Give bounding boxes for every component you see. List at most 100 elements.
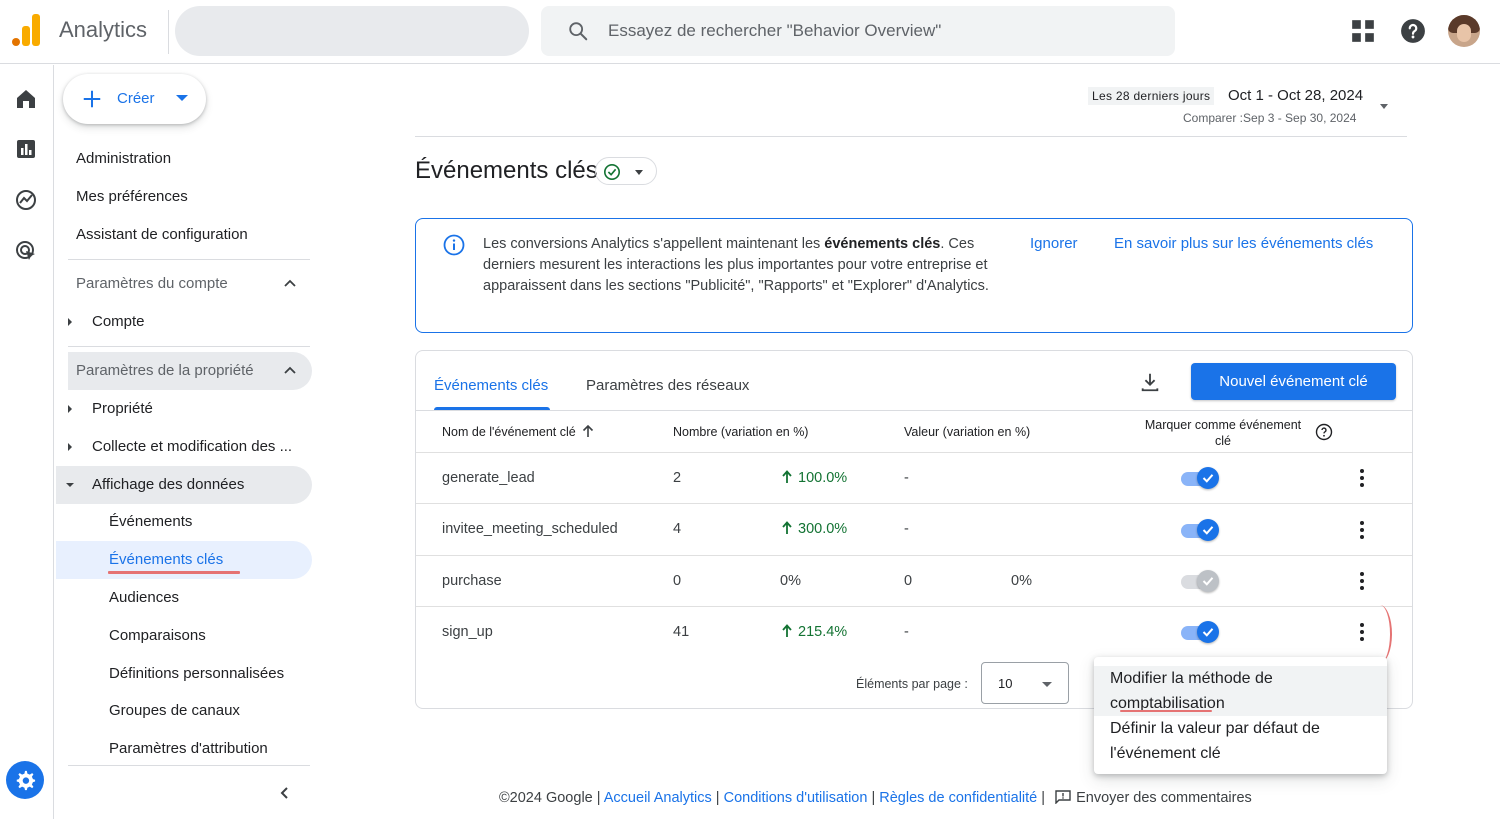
create-label: Créer (117, 90, 155, 107)
admin-gear-button[interactable] (6, 761, 44, 799)
items-per-page-select[interactable]: 10 (981, 662, 1069, 704)
event-count: 2 (673, 470, 682, 486)
nav-divider (68, 346, 310, 347)
more-vert-icon[interactable] (1359, 572, 1365, 590)
nav-attribution-settings[interactable]: Paramètres d'attribution (109, 740, 268, 757)
help-icon[interactable] (1400, 18, 1426, 44)
plus-icon (83, 90, 101, 108)
left-rail (0, 65, 54, 819)
col-header-name[interactable]: Nom de l'événement clé (442, 425, 576, 439)
help-circle-icon[interactable] (1315, 423, 1333, 441)
create-button[interactable]: Créer (63, 74, 206, 124)
event-name: generate_lead (442, 470, 535, 486)
menu-item-default-value[interactable]: Définir la valeur par défaut de l'événeme… (1094, 716, 1387, 766)
info-icon (443, 234, 465, 256)
collapse-sidebar-icon[interactable] (278, 786, 292, 800)
footer-privacy-link[interactable]: Règles de confidentialité (879, 790, 1037, 806)
annotation-underline (1120, 710, 1212, 712)
nav-divider (68, 765, 310, 766)
nav-administration[interactable]: Administration (76, 150, 171, 167)
app-title: Analytics (59, 17, 148, 42)
footer-feedback-link[interactable]: Envoyer des commentaires (1076, 790, 1252, 806)
date-range[interactable]: Oct 1 - Oct 28, 2024 (1228, 87, 1363, 104)
expand-arrow-icon (68, 405, 72, 413)
items-per-page-value: 10 (998, 676, 1013, 691)
sort-arrow-up-icon[interactable] (582, 424, 594, 438)
header-divider (168, 10, 169, 54)
more-vert-icon[interactable] (1359, 521, 1365, 539)
nav-key-events[interactable]: Événements clés (109, 551, 223, 568)
header-divider (416, 410, 1412, 411)
key-event-toggle[interactable] (1181, 519, 1219, 543)
home-icon[interactable] (14, 87, 38, 111)
learn-more-link[interactable]: En savoir plus sur les événements clés (1114, 235, 1373, 252)
chevron-down-icon (635, 170, 643, 175)
col-header-count[interactable]: Nombre (variation en %) (673, 425, 808, 439)
nav-events[interactable]: Événements (109, 513, 192, 530)
footer-terms-link[interactable]: Conditions d'utilisation (724, 790, 868, 806)
row-divider (416, 452, 1412, 453)
account-settings-header[interactable]: Paramètres du compte (76, 275, 228, 292)
col-header-mark: Marquer comme événement clé (1144, 418, 1302, 448)
search-icon (569, 22, 588, 41)
items-per-page-label: Éléments par page : (856, 677, 968, 691)
event-name: purchase (442, 573, 502, 589)
status-dropdown[interactable] (595, 157, 657, 185)
dismiss-link[interactable]: Ignorer (1030, 235, 1078, 252)
chevron-up-icon[interactable] (283, 364, 297, 378)
chevron-down-icon (176, 95, 188, 101)
check-icon (1202, 628, 1214, 637)
avatar[interactable] (1448, 15, 1480, 47)
annotation-arc (1368, 605, 1392, 663)
download-icon[interactable] (1139, 371, 1161, 393)
more-vert-icon[interactable] (1359, 623, 1365, 641)
footer: ©2024 Google | Accueil Analytics | Condi… (499, 790, 1252, 806)
reports-icon[interactable] (14, 137, 38, 161)
row-divider (416, 503, 1412, 504)
page-title: Événements clés (415, 157, 598, 184)
info-banner: Les conversions Analytics s'appellent ma… (415, 218, 1413, 333)
search-placeholder: Essayez de rechercher "Behavior Overview… (608, 21, 942, 40)
tab-key-events[interactable]: Événements clés (434, 377, 548, 394)
nav-data-display[interactable]: Affichage des données (92, 476, 244, 493)
chevron-down-icon[interactable] (1380, 104, 1388, 109)
nav-comparisons[interactable]: Comparaisons (109, 627, 206, 644)
menu-item-edit-counting[interactable]: Modifier la méthode de comptabilisation (1094, 666, 1387, 716)
key-event-toggle[interactable] (1181, 621, 1219, 645)
top-bar: Analytics Essayez de rechercher "Behavio… (0, 0, 1500, 64)
arrow-up-icon (782, 624, 792, 637)
apps-grid-icon[interactable] (1350, 18, 1376, 44)
analytics-logo[interactable] (12, 14, 42, 46)
date-preset[interactable]: Les 28 derniers jours (1088, 87, 1215, 105)
nav-channel-groups[interactable]: Groupes de canaux (109, 702, 240, 719)
nav-property[interactable]: Propriété (92, 400, 153, 417)
footer-home-link[interactable]: Accueil Analytics (604, 790, 712, 806)
property-settings-header[interactable]: Paramètres de la propriété (76, 362, 254, 379)
date-compare[interactable]: Comparer :Sep 3 - Sep 30, 2024 (1183, 111, 1356, 125)
event-value: - (904, 521, 909, 537)
nav-account[interactable]: Compte (92, 313, 145, 330)
event-count-change: 300.0% (798, 521, 848, 537)
account-selector[interactable] (175, 6, 529, 56)
nav-data-collection[interactable]: Collecte et modification des ... (92, 438, 292, 455)
key-event-toggle[interactable] (1181, 467, 1219, 491)
more-vert-icon[interactable] (1359, 469, 1365, 487)
arrow-up-icon (782, 521, 792, 534)
key-events-card: Événements clés Paramètres des réseaux N… (415, 350, 1413, 709)
event-value-change: 0% (1011, 573, 1032, 589)
annotation-underline (108, 571, 240, 574)
nav-custom-definitions[interactable]: Définitions personnalisées (109, 665, 284, 682)
explore-icon[interactable] (14, 188, 38, 212)
nav-preferences[interactable]: Mes préférences (76, 188, 188, 205)
col-header-value[interactable]: Valeur (variation en %) (904, 425, 1030, 439)
search-input[interactable]: Essayez de rechercher "Behavior Overview… (541, 6, 1175, 56)
tab-network-settings[interactable]: Paramètres des réseaux (586, 377, 749, 394)
chevron-up-icon[interactable] (283, 277, 297, 291)
new-key-event-button[interactable]: Nouvel événement clé (1191, 363, 1396, 400)
key-event-toggle[interactable] (1181, 570, 1219, 594)
nav-setup-assistant[interactable]: Assistant de configuration (76, 226, 248, 243)
nav-audiences[interactable]: Audiences (109, 589, 179, 606)
feedback-icon (1055, 790, 1071, 804)
check-icon (1202, 474, 1214, 483)
advertising-icon[interactable] (14, 239, 38, 263)
